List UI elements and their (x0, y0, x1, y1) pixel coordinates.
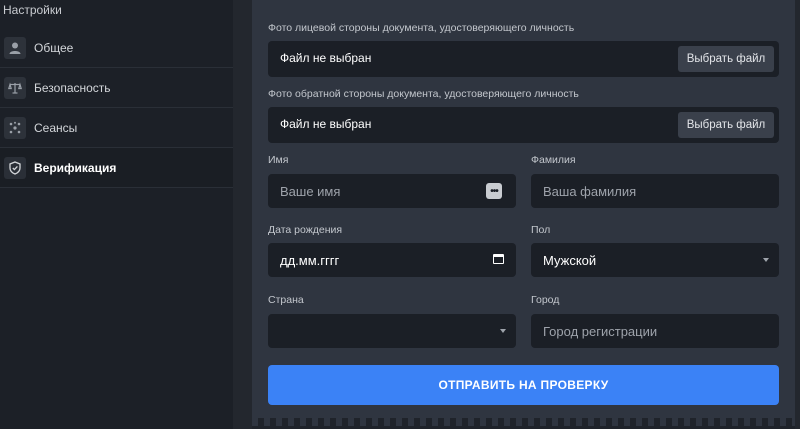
front-doc-choose-file-button[interactable]: Выбрать файл (678, 46, 774, 72)
front-doc-file-input[interactable]: Файл не выбран Выбрать файл (268, 41, 779, 77)
settings-sidebar: Настройки Общее Безопасность Сеансы Вери… (0, 0, 233, 429)
calendar-icon[interactable] (493, 254, 504, 264)
front-doc-label: Фото лицевой стороны документа, удостове… (268, 22, 575, 34)
sidebar-item-label: Сеансы (34, 120, 78, 135)
last-name-placeholder: Ваша фамилия (543, 183, 637, 199)
front-doc-file-status: Файл не выбран (280, 51, 372, 65)
sidebar-item-label: Безопасность (34, 80, 111, 95)
chevron-down-icon (500, 329, 506, 333)
city-placeholder: Город регистрации (543, 323, 658, 339)
panel-right-gutter (795, 0, 800, 429)
panel-edge (252, 418, 795, 426)
chevron-down-icon (763, 258, 769, 262)
first-name-label: Имя (268, 154, 289, 166)
settings-nav: Общее Безопасность Сеансы Верификация (0, 28, 233, 188)
scales-icon (4, 76, 26, 99)
submit-for-review-button[interactable]: ОТПРАВИТЬ НА ПРОВЕРКУ (268, 365, 779, 405)
birth-date-value: дд.мм.гггг (280, 252, 340, 268)
gender-select[interactable]: Мужской (531, 243, 779, 277)
back-doc-choose-file-button[interactable]: Выбрать файл (678, 112, 774, 138)
sidebar-title: Настройки (3, 3, 62, 17)
back-doc-file-status: Файл не выбран (280, 117, 372, 131)
sidebar-item-verification[interactable]: Верификация (0, 148, 233, 188)
sidebar-item-label: Верификация (34, 160, 117, 175)
gutter (233, 0, 252, 429)
birth-date-label: Дата рождения (268, 224, 343, 236)
country-select[interactable] (268, 314, 516, 348)
back-doc-file-input[interactable]: Файл не выбран Выбрать файл (268, 107, 779, 143)
first-name-placeholder: Ваше имя (280, 183, 341, 199)
country-label: Страна (268, 294, 304, 306)
city-input[interactable]: Город регистрации (531, 314, 779, 348)
birth-date-input[interactable]: дд.мм.гггг (268, 243, 516, 277)
sidebar-item-label: Общее (34, 40, 74, 55)
sidebar-item-security[interactable]: Безопасность (0, 68, 233, 108)
gender-value: Мужской (543, 252, 597, 268)
sidebar-item-sessions[interactable]: Сеансы (0, 108, 233, 148)
gender-label: Пол (531, 224, 551, 236)
last-name-label: Фамилия (531, 154, 576, 166)
sessions-icon (4, 116, 26, 139)
city-label: Город (531, 294, 560, 306)
user-icon (4, 36, 26, 59)
autofill-menu-icon[interactable]: ••• (486, 183, 502, 199)
shield-icon (4, 156, 26, 179)
sidebar-item-general[interactable]: Общее (0, 28, 233, 68)
back-doc-label: Фото обратной стороны документа, удостов… (268, 88, 579, 100)
last-name-input[interactable]: Ваша фамилия (531, 174, 779, 208)
first-name-input[interactable]: Ваше имя ••• (268, 174, 516, 208)
